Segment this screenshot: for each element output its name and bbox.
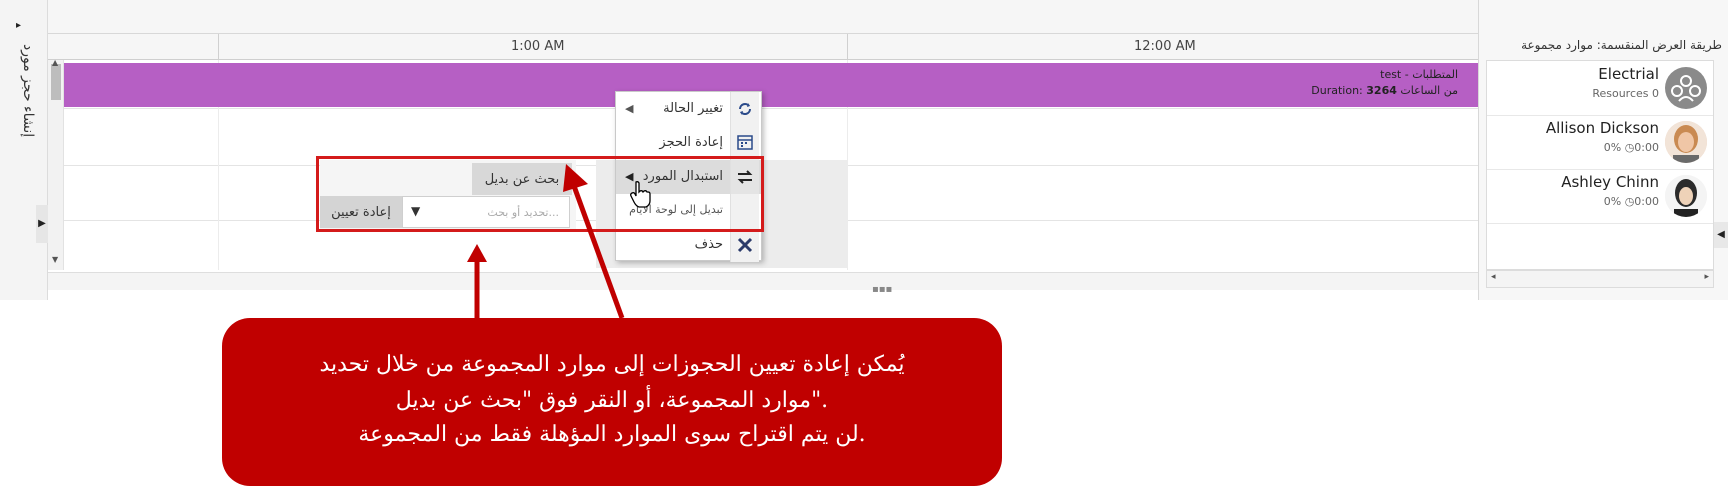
resource-horizontal-scrollbar[interactable]: ◂ ▸ (1486, 270, 1714, 288)
resource-list: Electrial Resources 0 Allison Dickson 0%… (1486, 60, 1714, 270)
timeline-header: 1:00 AM 12:00 AM (48, 34, 1478, 60)
resource-name: Electrial (1598, 65, 1659, 83)
resource-utilization: 0% ◷0:00 (1603, 141, 1659, 154)
instruction-callout: يُمكن إعادة تعيين الحجوزات إلى موارد الم… (222, 318, 1002, 486)
scroll-up-icon[interactable]: ▲ (52, 58, 58, 67)
scroll-left-icon[interactable]: ◂ (1491, 272, 1496, 282)
menu-item-label: حذف (694, 237, 723, 252)
collapse-arrow-icon[interactable]: ◀ (1714, 222, 1728, 248)
person-avatar (1665, 121, 1707, 163)
menu-item-delete[interactable]: حذف (616, 228, 761, 262)
booking-bar[interactable]: test - المتطلبات Duration: 3264 من الساع… (64, 63, 1478, 107)
scroll-thumb[interactable] (51, 64, 61, 100)
group-avatar-icon (1665, 67, 1707, 109)
callout-line-3: لن يتم اقتراح سوى الموارد المؤهلة فقط من… (358, 422, 866, 447)
resource-count: Resources 0 (1592, 87, 1659, 100)
resource-name: Ashley Chinn (1561, 173, 1659, 191)
refresh-icon (730, 92, 759, 126)
expand-arrow-icon[interactable]: ▶ (36, 205, 48, 243)
resource-name: Allison Dickson (1545, 119, 1659, 137)
caret-right-icon[interactable]: ▸ (16, 20, 21, 31)
split-view-label: طريقة العرض المنقسمة: موارد مجموعة (1521, 38, 1722, 52)
duration-label: Duration: (1311, 84, 1367, 97)
left-side-panel: ▸ إنشاء حجز مورد ▶ (0, 0, 48, 300)
booking-title: test - المتطلبات (1380, 68, 1458, 81)
horizontal-scrollbar[interactable] (48, 272, 1478, 290)
calendar-icon (730, 126, 759, 160)
resource-row[interactable]: Electrial Resources 0 (1487, 61, 1713, 116)
resource-row[interactable]: Ashley Chinn 0% ◷0:00 (1487, 169, 1713, 224)
person-avatar (1665, 175, 1707, 217)
resize-grip-icon[interactable]: ▪▪▪ (872, 285, 892, 295)
time-label-1am: 1:00 AM (511, 39, 565, 54)
time-label-12am: 12:00 AM (1134, 39, 1196, 54)
create-resource-booking-label[interactable]: إنشاء حجز مورد (14, 44, 36, 144)
callout-line-1: يُمكن إعادة تعيين الحجوزات إلى موارد الم… (319, 352, 905, 377)
duration-suffix: من الساعات (1396, 84, 1458, 97)
submenu-arrow-icon: ◀ (625, 102, 634, 115)
highlight-frame (316, 156, 764, 232)
scroll-down-icon[interactable]: ▼ (52, 255, 58, 264)
time-separator (218, 34, 219, 60)
menu-item-label: تغيير الحالة (663, 101, 723, 116)
menu-item-label: إعادة الحجز (659, 135, 723, 150)
booking-duration: Duration: 3264 من الساعات (1311, 84, 1458, 97)
duration-value: 3264 (1366, 84, 1397, 97)
board-toolbar (48, 0, 1478, 34)
vertical-scrollbar[interactable]: ▲ ▼ (48, 58, 64, 270)
close-icon (730, 228, 759, 262)
hand-cursor-icon (629, 180, 651, 208)
resource-row[interactable]: Allison Dickson 0% ◷0:00 (1487, 115, 1713, 170)
scroll-right-icon[interactable]: ▸ (1704, 272, 1709, 282)
menu-item-change-status[interactable]: تغيير الحالة ◀ (616, 92, 761, 126)
menu-item-rebook[interactable]: إعادة الحجز (616, 126, 761, 160)
resource-utilization: 0% ◷0:00 (1603, 195, 1659, 208)
callout-line-2: موارد المجموعة، أو النقر فوق "بحث عن بدي… (395, 388, 829, 413)
time-separator (847, 34, 848, 60)
grid-row-line (48, 108, 1478, 109)
